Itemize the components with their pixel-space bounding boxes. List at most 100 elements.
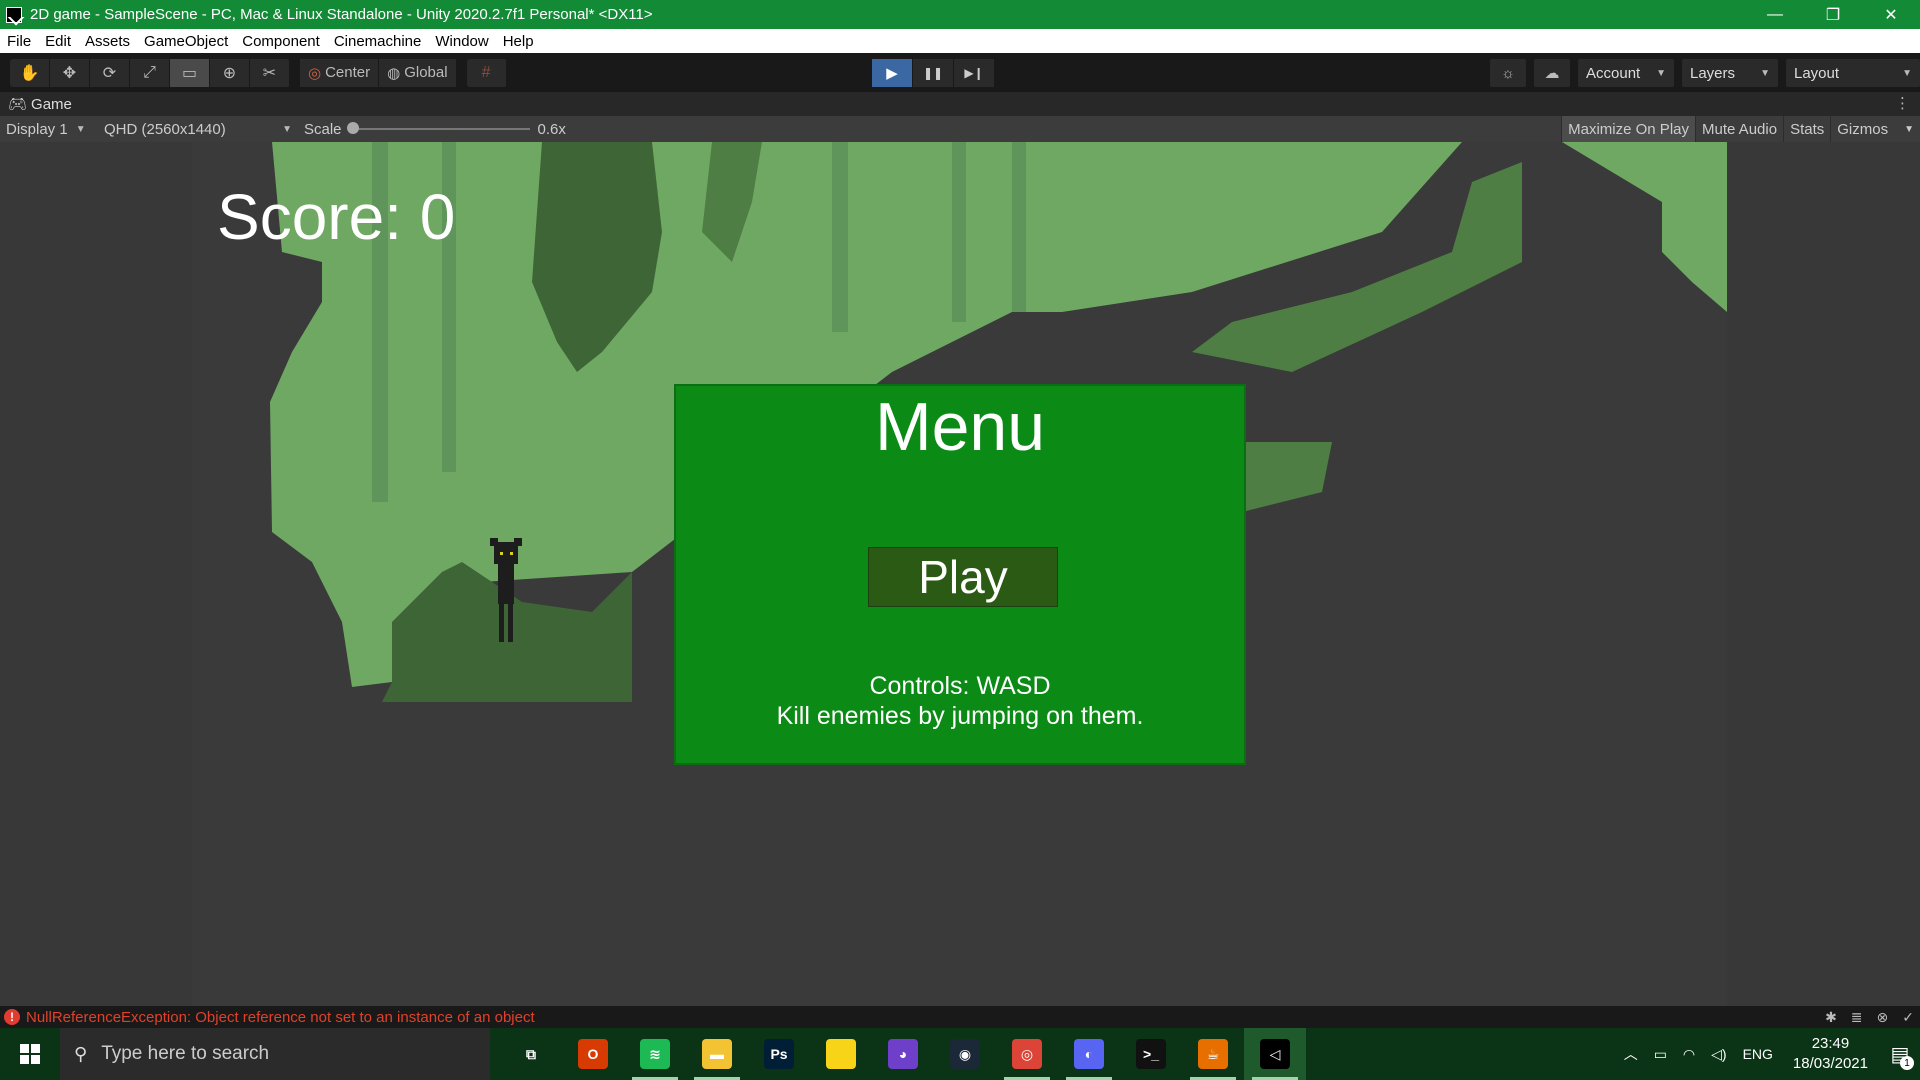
battery-icon[interactable]: ▭ <box>1654 1046 1667 1063</box>
menu-window[interactable]: Window <box>428 33 495 50</box>
transform-tools: ✋ ✥ ⟳ ⤢ ▭ ⊕ ✂ <box>10 58 290 87</box>
volume-icon[interactable]: ◁) <box>1711 1046 1726 1063</box>
resolution-dropdown[interactable]: QHD (2560x1440) ▼ <box>98 116 298 142</box>
chevron-down-icon: ▼ <box>1760 67 1770 79</box>
pivot-group: ◎ Center ◍ Global <box>300 58 457 87</box>
grid-snap-icon[interactable]: # <box>467 58 507 87</box>
scale-slider-knob[interactable] <box>347 122 360 134</box>
pause-icon[interactable]: ❚❚ <box>913 59 953 87</box>
start-button[interactable] <box>0 1028 60 1080</box>
unity-taskbar-button[interactable]: ◁ <box>1244 1028 1306 1080</box>
menu-file[interactable]: File <box>0 33 38 50</box>
gizmos-label: Gizmos <box>1837 120 1889 138</box>
tab-game[interactable]: 🎮︎ Game <box>0 92 80 116</box>
menu-assets[interactable]: Assets <box>78 33 137 50</box>
game-view-toolbar: Display 1 ▼ QHD (2560x1440) ▼ Scale 0.6x M… <box>0 116 1920 142</box>
restore-button[interactable]: ❐ <box>1804 0 1862 29</box>
move-tool-icon[interactable]: ✥ <box>50 58 90 87</box>
gizmos-toggle[interactable]: Gizmos ▼ <box>1830 116 1920 142</box>
menu-panel: Menu Play Controls: WASD Kill enemies by… <box>674 384 1246 765</box>
chrome-taskbar-button[interactable]: ◎ <box>996 1028 1058 1080</box>
pivot-global-toggle[interactable]: ◍ Global <box>379 58 457 87</box>
steam-taskbar-button[interactable]: ◉ <box>934 1028 996 1080</box>
java-icon: ☕ <box>1198 1039 1228 1069</box>
game-viewport[interactable]: Score: 0 Menu Play Controls: WASD Kill e… <box>192 142 1727 1006</box>
terminal-taskbar-button[interactable]: >_ <box>1120 1028 1182 1080</box>
wifi-icon[interactable]: ◠ <box>1683 1046 1695 1063</box>
minimize-button[interactable]: — <box>1746 0 1804 29</box>
unity-logo-icon <box>6 6 22 23</box>
github-taskbar-button[interactable]: ◕ <box>872 1028 934 1080</box>
account-dropdown[interactable]: Account ▼ <box>1578 59 1674 87</box>
play-icon[interactable]: ▶ <box>872 59 912 87</box>
layers-stack-icon[interactable]: ≣ <box>1851 1009 1863 1026</box>
discord-icon: ◐ <box>1074 1039 1104 1069</box>
console-status-bar[interactable]: ! NullReferenceException: Object referen… <box>0 1006 1920 1028</box>
transform-tool-icon[interactable]: ⊕ <box>210 58 250 87</box>
menu-component[interactable]: Component <box>235 33 327 50</box>
chevron-down-icon: ▼ <box>1902 67 1912 79</box>
java-taskbar-button[interactable]: ☕ <box>1182 1028 1244 1080</box>
cloud-icon[interactable]: ☁ <box>1534 59 1570 87</box>
clock[interactable]: 23:49 18/03/2021 <box>1793 1034 1868 1074</box>
hand-tool-icon[interactable]: ✋ <box>10 58 50 87</box>
sticky-notes-taskbar-button[interactable] <box>810 1028 872 1080</box>
bug-icon[interactable]: ✱ <box>1825 1009 1837 1026</box>
spotify-taskbar-button[interactable]: ≋ <box>624 1028 686 1080</box>
notification-center[interactable]: ▤ 1 <box>1880 1028 1920 1080</box>
photoshop-taskbar-button[interactable]: Ps <box>748 1028 810 1080</box>
rect-tool-icon[interactable]: ▭ <box>170 58 210 87</box>
menu-help[interactable]: Help <box>496 33 541 50</box>
office-taskbar-button[interactable]: O <box>562 1028 624 1080</box>
task-view-taskbar-button[interactable]: ⧉ <box>500 1028 562 1080</box>
stats-toggle[interactable]: Stats <box>1783 116 1830 142</box>
file-explorer-icon: ▬ <box>702 1039 732 1069</box>
close-button[interactable]: ✕ <box>1862 0 1920 29</box>
mute-audio-toggle[interactable]: Mute Audio <box>1695 116 1783 142</box>
canopy-stripe <box>832 142 848 332</box>
score-label: Score: 0 <box>217 181 456 253</box>
menu-gameobject[interactable]: GameObject <box>137 33 235 50</box>
chrome-icon: ◎ <box>1012 1039 1042 1069</box>
pivot-center-toggle[interactable]: ◎ Center <box>300 58 380 87</box>
discord-taskbar-button[interactable]: ◐ <box>1058 1028 1120 1080</box>
custom-tool-icon[interactable]: ✂ <box>250 58 290 87</box>
search-icon: ⚲ <box>74 1043 88 1064</box>
game-view: Score: 0 Menu Play Controls: WASD Kill e… <box>0 142 1920 1006</box>
menu-edit[interactable]: Edit <box>38 33 78 50</box>
maximize-on-play-toggle[interactable]: Maximize On Play <box>1561 116 1695 142</box>
network-icon[interactable]: ⊗ <box>1877 1009 1889 1026</box>
scale-label: Scale <box>304 120 342 138</box>
gamepad-icon: 🎮︎ <box>8 96 28 113</box>
main-toolbar: ✋ ✥ ⟳ ⤢ ▭ ⊕ ✂ ◎ Center ◍ Global # ▶ ❚❚ ▶❙ … <box>0 53 1920 92</box>
scale-slider[interactable] <box>347 122 530 134</box>
layers-dropdown[interactable]: Layers ▼ <box>1682 59 1778 87</box>
rotate-tool-icon[interactable]: ⟳ <box>90 58 130 87</box>
photoshop-icon: Ps <box>764 1039 794 1069</box>
error-message[interactable]: NullReferenceException: Object reference… <box>26 1009 535 1026</box>
step-icon[interactable]: ▶❙ <box>954 59 994 87</box>
player-character <box>490 538 522 642</box>
window-title: 2D game - SampleScene - PC, Mac & Linux … <box>30 6 653 23</box>
file-explorer-taskbar-button[interactable]: ▬ <box>686 1028 748 1080</box>
tab-game-label: Game <box>31 95 72 113</box>
chevron-up-icon[interactable]: ︿ <box>1624 1044 1638 1064</box>
layout-dropdown[interactable]: Layout ▼ <box>1786 59 1920 87</box>
scale-tool-icon[interactable]: ⤢ <box>130 58 170 87</box>
menu-cinemachine[interactable]: Cinemachine <box>327 33 429 50</box>
title-bar: 2D game - SampleScene - PC, Mac & Linux … <box>0 0 1920 29</box>
more-options-icon[interactable]: ⋮ <box>1895 94 1910 112</box>
controls-hint-line: Kill enemies by jumping on them. <box>776 702 1144 730</box>
display-dropdown[interactable]: Display 1 ▼ <box>0 116 98 142</box>
language-indicator[interactable]: ENG <box>1743 1046 1773 1062</box>
error-icon: ! <box>4 1009 20 1025</box>
account-label: Account <box>1586 64 1641 82</box>
play-button[interactable]: Play <box>868 547 1058 607</box>
scale-value: 0.6x <box>537 120 566 138</box>
controls-text: Controls: WASD Kill enemies by jumping o… <box>676 671 1244 731</box>
layout-label: Layout <box>1794 64 1840 82</box>
clock-date: 18/03/2021 <box>1792 1055 1868 1072</box>
taskbar-search[interactable]: ⚲ Type here to search <box>60 1028 490 1080</box>
check-circle-icon[interactable]: ✓ <box>1902 1009 1914 1026</box>
collab-icon[interactable]: ☼ <box>1490 59 1526 87</box>
